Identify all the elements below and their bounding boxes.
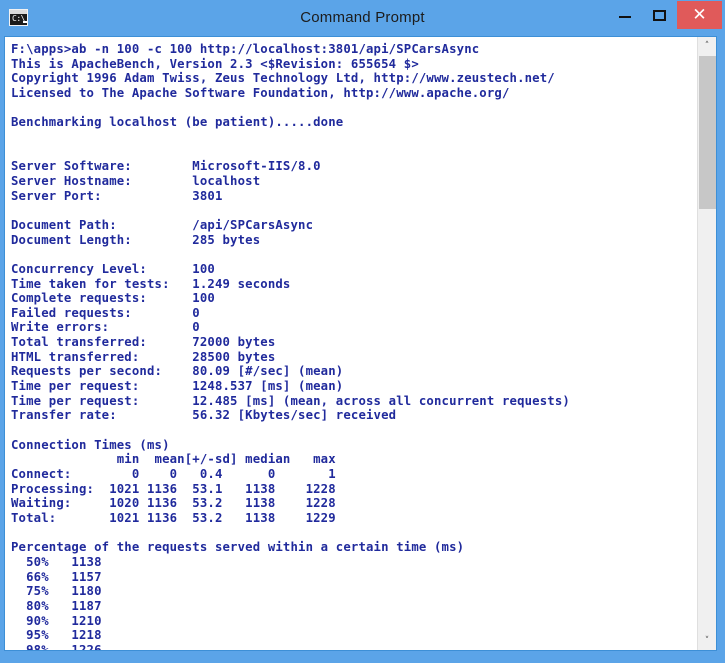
maximize-icon <box>653 10 666 21</box>
vertical-scrollbar[interactable]: ˄ ˅ <box>697 37 716 650</box>
minimize-icon <box>619 16 631 18</box>
close-icon: ✕ <box>692 5 707 24</box>
window-frame-bottom <box>0 651 725 663</box>
command-prompt-window: C:\ Command Prompt ✕ F:\apps>ab -n 100 -… <box>0 0 725 663</box>
maximize-button[interactable] <box>642 1 677 29</box>
minimize-button[interactable] <box>607 1 642 29</box>
title-bar[interactable]: C:\ Command Prompt ✕ <box>0 0 725 36</box>
console-text: F:\apps>ab -n 100 -c 100 http://localhos… <box>11 42 570 650</box>
console-client-area: F:\apps>ab -n 100 -c 100 http://localhos… <box>4 36 717 651</box>
close-button[interactable]: ✕ <box>677 1 722 29</box>
scroll-down-icon[interactable]: ˅ <box>698 632 716 650</box>
scroll-up-icon[interactable]: ˄ <box>698 37 716 55</box>
console-output-pane[interactable]: F:\apps>ab -n 100 -c 100 http://localhos… <box>5 37 697 650</box>
scrollbar-thumb[interactable] <box>699 56 716 209</box>
